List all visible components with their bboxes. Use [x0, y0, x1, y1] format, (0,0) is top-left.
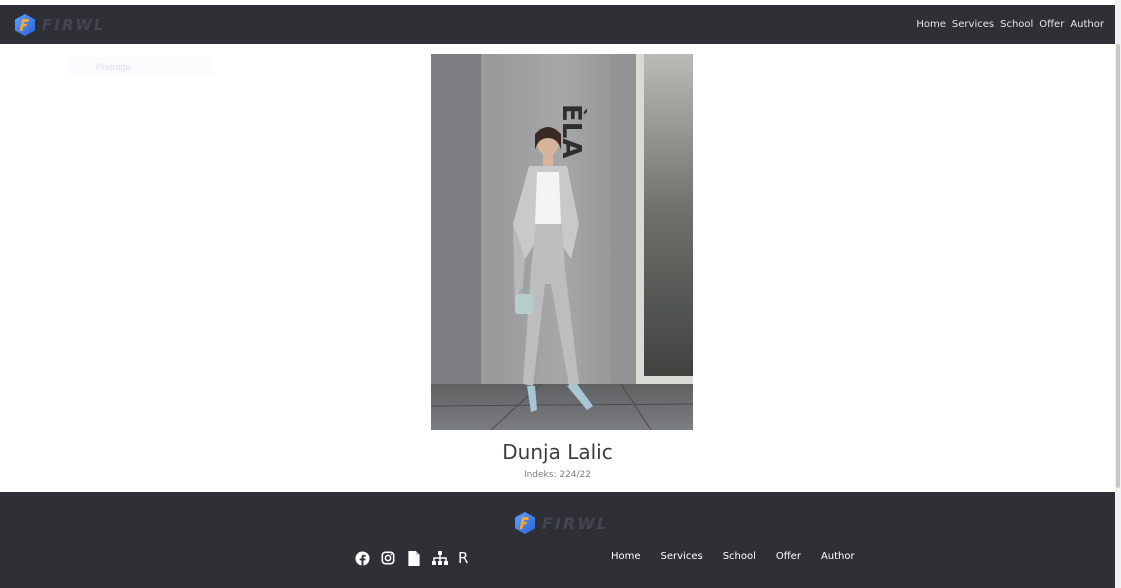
- profile-name: Dunja Lalic: [502, 440, 613, 464]
- sitemap-icon[interactable]: [432, 550, 448, 566]
- footer: FIRWL R Home Services School Offer Autho…: [0, 492, 1115, 588]
- document-icon[interactable]: [406, 550, 422, 566]
- sign-letters: ÈLA: [556, 104, 588, 158]
- footer-nav-author[interactable]: Author: [821, 550, 855, 564]
- social-links: R: [354, 549, 468, 567]
- profile-photo: ÈLA: [431, 54, 693, 430]
- top-navbar: FIRWL Home Services School Offer Author: [0, 5, 1115, 44]
- footer-nav: Home Services School Offer Author: [611, 550, 855, 564]
- profile-index: Indeks: 224/22: [523, 470, 592, 480]
- nav-offer[interactable]: Offer: [1039, 19, 1064, 30]
- scrollbar-thumb[interactable]: [1116, 44, 1120, 488]
- footer-nav-services[interactable]: Services: [661, 550, 703, 564]
- top-nav: Home Services School Offer Author: [916, 19, 1104, 30]
- brand-name: FIRWL: [42, 15, 106, 34]
- facebook-icon[interactable]: [354, 550, 370, 566]
- brand-logo[interactable]: FIRWL: [14, 13, 105, 37]
- firwl-logo-icon: [15, 13, 35, 36]
- footer-nav-offer[interactable]: Offer: [776, 550, 801, 564]
- footer-brand-logo[interactable]: FIRWL: [514, 511, 609, 535]
- footer-nav-home[interactable]: Home: [611, 550, 641, 564]
- photo-illustration: ÈLA: [431, 54, 693, 430]
- nav-author[interactable]: Author: [1070, 19, 1104, 30]
- instagram-icon[interactable]: [380, 550, 396, 566]
- nav-home[interactable]: Home: [916, 19, 946, 30]
- nav-services[interactable]: Services: [952, 19, 994, 30]
- page-scrollbar[interactable]: [1115, 0, 1121, 588]
- firwl-logo-icon: [515, 512, 535, 534]
- r-link[interactable]: R: [458, 549, 468, 567]
- footer-brand-name: FIRWL: [542, 513, 610, 533]
- nav-school[interactable]: School: [1000, 19, 1033, 30]
- footer-nav-school[interactable]: School: [723, 550, 756, 564]
- search-input[interactable]: [68, 57, 213, 76]
